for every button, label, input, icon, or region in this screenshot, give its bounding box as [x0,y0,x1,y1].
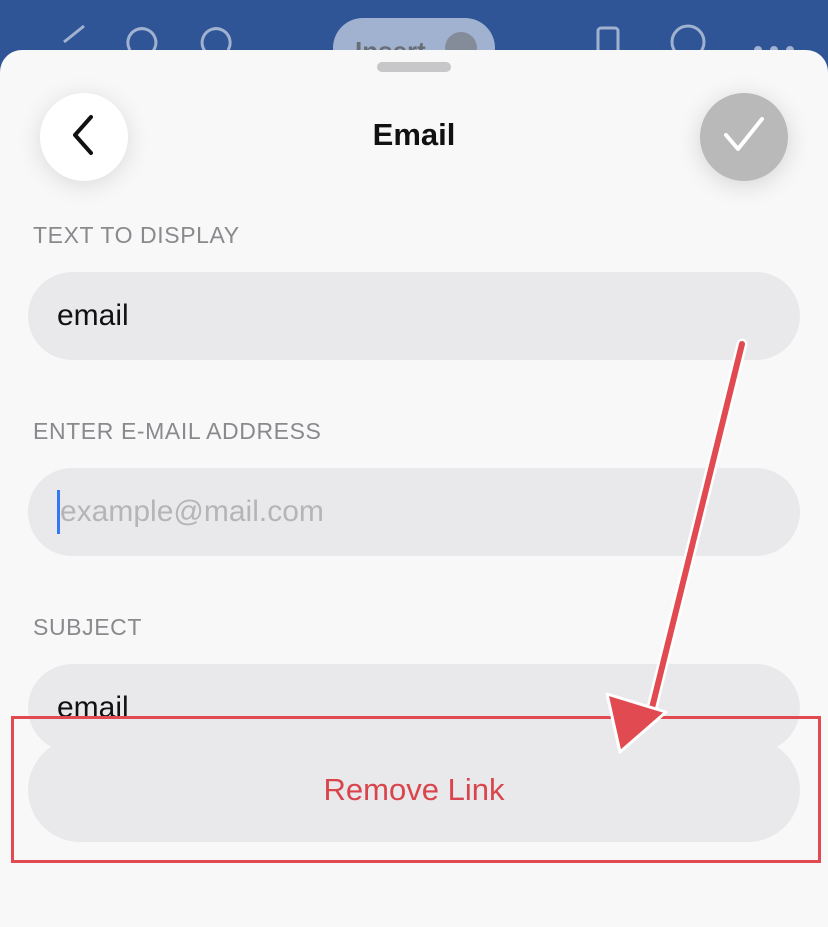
display-text-input[interactable] [57,299,800,333]
email-address-field[interactable] [28,468,800,556]
done-button[interactable] [700,93,788,181]
display-text-label: TEXT TO DISPLAY [33,222,240,248]
remove-link-label: Remove Link [323,772,505,807]
subject-label: SUBJECT [33,614,142,640]
sheet-grabber[interactable] [377,62,451,72]
remove-link-button[interactable]: Remove Link [28,738,800,842]
email-address-input[interactable] [60,495,800,529]
display-text-field[interactable] [28,272,800,360]
subject-input[interactable] [57,691,800,725]
checkmark-icon [722,115,766,160]
email-address-label: ENTER E-MAIL ADDRESS [33,418,322,444]
